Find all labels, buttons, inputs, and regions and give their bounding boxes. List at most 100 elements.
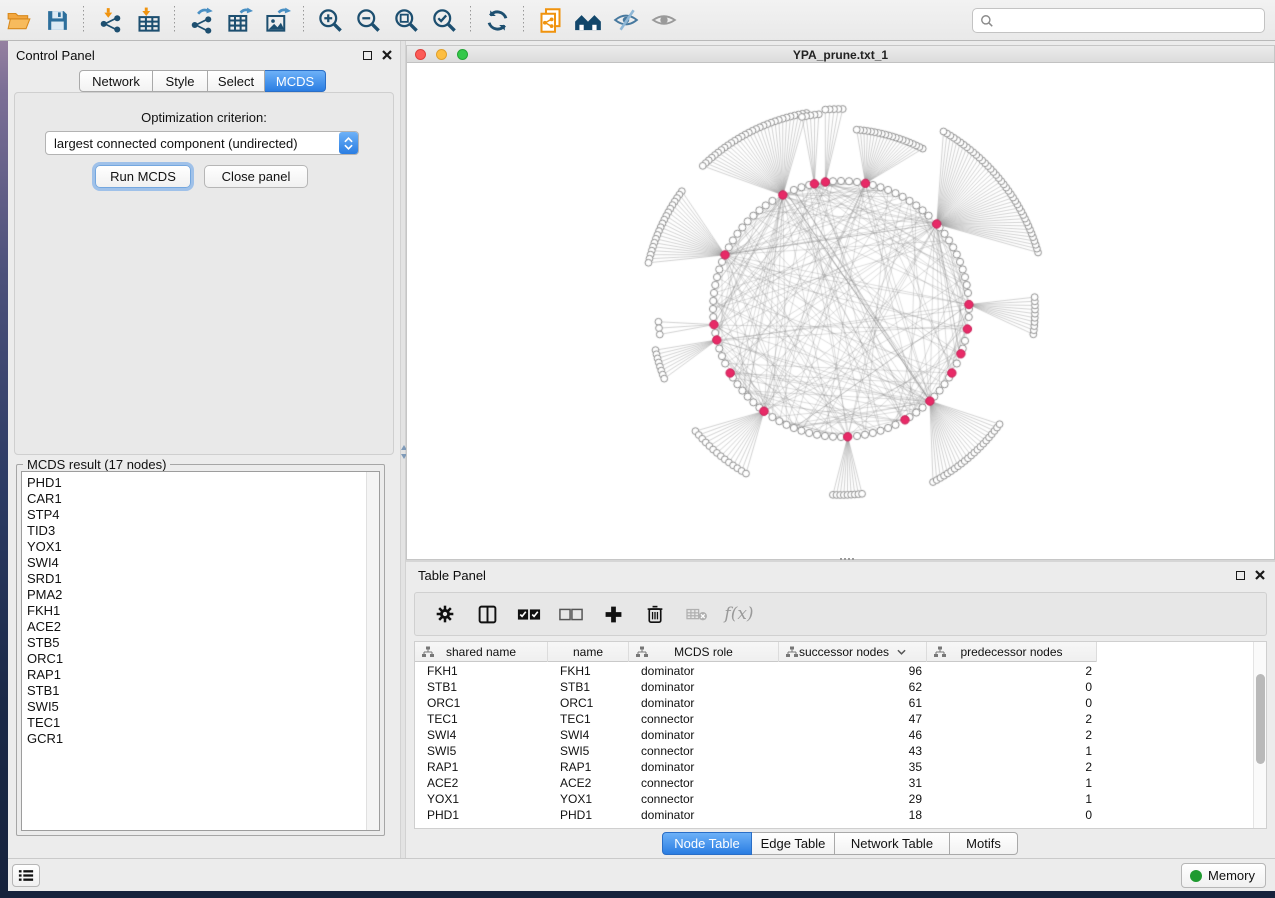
- table-row[interactable]: PHD1PHD1dominator180: [415, 807, 1253, 823]
- delete-column-button[interactable]: [641, 599, 669, 629]
- column-header-MCDS-role[interactable]: MCDS role: [629, 642, 779, 662]
- search-field[interactable]: [972, 8, 1265, 33]
- deselect-all-button[interactable]: [557, 599, 585, 629]
- zoom-in-button[interactable]: [311, 3, 349, 37]
- mcds-node-item[interactable]: YOX1: [22, 539, 379, 555]
- mcds-node-item[interactable]: SRD1: [22, 571, 379, 587]
- run-mcds-button[interactable]: Run MCDS: [95, 165, 191, 188]
- columns-icon: [477, 604, 498, 625]
- table-cell: 96: [779, 663, 927, 679]
- table-cell: 2: [927, 711, 1097, 727]
- table-row[interactable]: SWI5SWI5connector431: [415, 743, 1253, 759]
- table-cell: PHD1: [548, 807, 629, 823]
- table-cell: 1: [927, 791, 1097, 807]
- mcds-node-item[interactable]: PHD1: [22, 475, 379, 491]
- export-table-button[interactable]: [220, 3, 258, 37]
- mcds-node-item[interactable]: FKH1: [22, 603, 379, 619]
- first-neighbors-button[interactable]: [569, 3, 607, 37]
- save-session-button[interactable]: [38, 3, 76, 37]
- column-header-successor-nodes[interactable]: successor nodes: [779, 642, 927, 662]
- table-row[interactable]: STB1STB1dominator620: [415, 679, 1253, 695]
- save-icon: [45, 8, 70, 33]
- search-icon: [980, 14, 994, 28]
- mcds-node-item[interactable]: STB1: [22, 683, 379, 699]
- close-panel-icon[interactable]: [1255, 570, 1265, 580]
- show-all-button[interactable]: [645, 3, 683, 37]
- show-panels-button[interactable]: [12, 864, 40, 887]
- tab-style[interactable]: Style: [153, 70, 208, 92]
- table-row[interactable]: SWI4SWI4dominator462: [415, 727, 1253, 743]
- column-header-predecessor-nodes[interactable]: predecessor nodes: [927, 642, 1097, 662]
- export-table-icon: [226, 7, 253, 34]
- refresh-button[interactable]: [478, 3, 516, 37]
- table-cell: connector: [629, 743, 779, 759]
- mcds-node-item[interactable]: CAR1: [22, 491, 379, 507]
- tab-mcds[interactable]: MCDS: [265, 70, 326, 92]
- table-cell: STB1: [415, 679, 548, 695]
- table-settings-button[interactable]: [431, 599, 459, 629]
- mcds-node-item[interactable]: PMA2: [22, 587, 379, 603]
- list-scrollbar[interactable]: [366, 472, 379, 830]
- table-tabs: Node TableEdge TableNetwork TableMotifs: [662, 832, 1018, 855]
- hide-selected-button[interactable]: [607, 3, 645, 37]
- open-file-button[interactable]: [0, 3, 38, 37]
- tab-network-table[interactable]: Network Table: [835, 832, 950, 855]
- zoom-fit-button[interactable]: [387, 3, 425, 37]
- criterion-dropdown[interactable]: largest connected component (undirected): [45, 131, 359, 155]
- memory-button[interactable]: Memory: [1181, 863, 1266, 888]
- network-canvas[interactable]: [407, 63, 1275, 560]
- mcds-node-item[interactable]: RAP1: [22, 667, 379, 683]
- table-cell: ACE2: [548, 775, 629, 791]
- attribute-type-icon: [934, 646, 946, 658]
- table-row[interactable]: ORC1ORC1dominator610: [415, 695, 1253, 711]
- column-header-name[interactable]: name: [548, 642, 629, 662]
- mcds-node-item[interactable]: ORC1: [22, 651, 379, 667]
- zoom-selected-button[interactable]: [425, 3, 463, 37]
- mcds-node-item[interactable]: ACE2: [22, 619, 379, 635]
- tab-network[interactable]: Network: [79, 70, 153, 92]
- zoom-out-button[interactable]: [349, 3, 387, 37]
- show-columns-button[interactable]: [473, 599, 501, 629]
- right-pane: YPA_prune.txt_1 Table Panel: [406, 41, 1275, 858]
- mcds-node-item[interactable]: STP4: [22, 507, 379, 523]
- search-input[interactable]: [999, 14, 1264, 28]
- mcds-node-item[interactable]: SWI4: [22, 555, 379, 571]
- export-image-button[interactable]: [258, 3, 296, 37]
- table-row[interactable]: YOX1YOX1connector291: [415, 791, 1253, 807]
- select-all-button[interactable]: [515, 599, 543, 629]
- mcds-node-item[interactable]: TID3: [22, 523, 379, 539]
- export-network-button[interactable]: [182, 3, 220, 37]
- mcds-node-item[interactable]: TEC1: [22, 715, 379, 731]
- tab-motifs[interactable]: Motifs: [950, 832, 1018, 855]
- duplicate-network-button[interactable]: [531, 3, 569, 37]
- float-panel-icon[interactable]: [1236, 571, 1245, 580]
- create-column-button[interactable]: [599, 599, 627, 629]
- table-cell: connector: [629, 775, 779, 791]
- mcds-node-item[interactable]: SWI5: [22, 699, 379, 715]
- table-scrollbar-thumb[interactable]: [1256, 674, 1265, 764]
- open-folder-icon: [6, 7, 32, 33]
- tab-edge-table[interactable]: Edge Table: [752, 832, 835, 855]
- close-panel-button[interactable]: Close panel: [204, 165, 308, 188]
- import-network-button[interactable]: [91, 3, 129, 37]
- float-panel-icon[interactable]: [363, 51, 372, 60]
- close-panel-icon[interactable]: [382, 50, 392, 60]
- gear-icon: [435, 604, 455, 624]
- mcds-node-item[interactable]: STB5: [22, 635, 379, 651]
- table-row[interactable]: FKH1FKH1dominator962: [415, 663, 1253, 679]
- mcds-node-item[interactable]: GCR1: [22, 731, 379, 747]
- import-table-icon: [135, 7, 162, 34]
- table-row[interactable]: RAP1RAP1dominator352: [415, 759, 1253, 775]
- table-scrollbar[interactable]: [1253, 642, 1266, 828]
- mcds-result-list[interactable]: PHD1CAR1STP4TID3YOX1SWI4SRD1PMA2FKH1ACE2…: [21, 471, 380, 831]
- tab-node-table[interactable]: Node Table: [662, 832, 752, 855]
- table-row[interactable]: TEC1TEC1connector472: [415, 711, 1253, 727]
- table-cell: 46: [779, 727, 927, 743]
- import-table-button[interactable]: [129, 3, 167, 37]
- column-header-shared-name[interactable]: shared name: [415, 642, 548, 662]
- network-titlebar[interactable]: YPA_prune.txt_1: [407, 46, 1274, 63]
- trash-icon: [646, 604, 664, 624]
- plus-icon: [604, 605, 623, 624]
- table-row[interactable]: ACE2ACE2connector311: [415, 775, 1253, 791]
- tab-select[interactable]: Select: [208, 70, 265, 92]
